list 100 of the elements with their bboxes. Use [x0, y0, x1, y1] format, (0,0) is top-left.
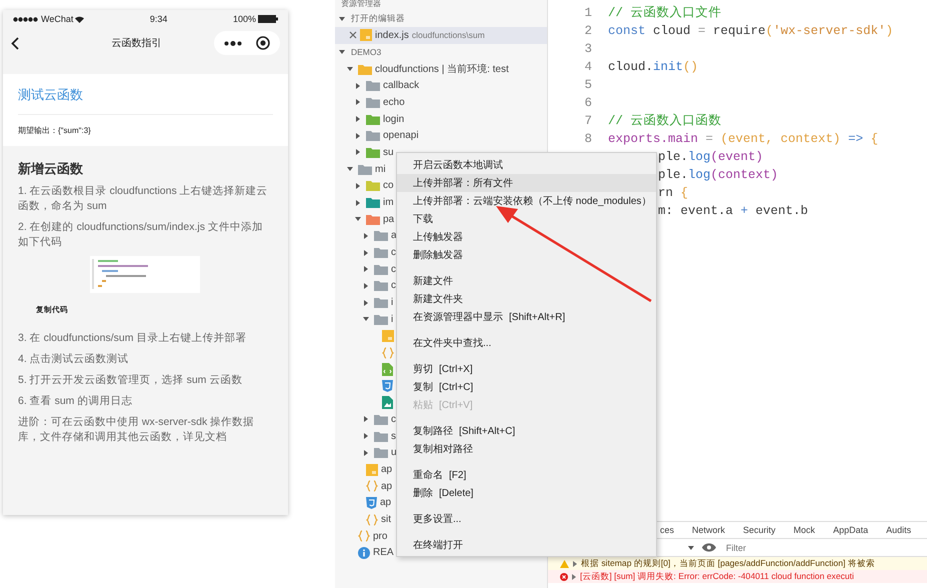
tree-item[interactable]: s [391, 430, 396, 442]
instruction-text: 2. 在创建的 cloudfunctions/sum/index.js 文件中添加如下代码 [18, 220, 264, 250]
wifi-icon [75, 16, 84, 22]
disclosure-icon[interactable] [363, 316, 369, 322]
section-header[interactable]: 打开的编辑器 [351, 12, 405, 24]
tree-item[interactable]: i [391, 314, 394, 325]
battery-text: 100% [232, 14, 256, 24]
disclosure-icon[interactable] [355, 99, 361, 106]
menu-item[interactable]: 下载 [397, 210, 656, 228]
menu-item[interactable]: 新建文件夹 [397, 290, 656, 308]
disclosure-icon[interactable] [363, 282, 369, 289]
disclosure-icon[interactable] [355, 82, 361, 89]
menu-item[interactable]: 删除触发器 [397, 246, 656, 264]
menu-item[interactable]: 删除 [Delete] [397, 484, 656, 502]
tree-item[interactable]: echo [383, 96, 405, 108]
tree-item[interactable]: pro [373, 530, 388, 542]
tree-item[interactable]: pa [383, 214, 394, 225]
disclosure-icon[interactable] [355, 132, 361, 139]
disclosure-icon[interactable] [347, 166, 353, 172]
tree-item[interactable]: c [391, 247, 396, 258]
menu-item[interactable]: 复制 [Ctrl+C] [397, 378, 656, 396]
tree-item[interactable]: im [383, 197, 394, 208]
menu-item[interactable]: 上传并部署：所有文件 [397, 174, 656, 192]
tree-item[interactable]: cloudfunctions | 当前环境: test [375, 62, 509, 76]
menu-item[interactable]: 在资源管理器中显示 [Shift+Alt+R] [397, 308, 656, 326]
disclosure-icon[interactable] [339, 16, 345, 22]
line-number: 3 [583, 41, 593, 58]
js-file-icon [366, 464, 378, 476]
open-editor-item[interactable]: index.js cloudfunctions\sum [335, 27, 547, 44]
tree-item[interactable]: a [391, 230, 397, 242]
menu-item[interactable]: 上传并部署：云端安装依赖（不上传 node_modules） [397, 192, 656, 210]
signal-icon [13, 16, 39, 22]
tree-item[interactable]: openapi [383, 130, 419, 142]
expected-output-text: 期望输出：{"sum":3} [18, 125, 92, 137]
menu-item[interactable]: 复制路径 [Shift+Alt+C] [397, 422, 656, 440]
disclosure-icon[interactable] [355, 149, 361, 156]
expand-icon[interactable] [572, 574, 576, 580]
tree-item[interactable]: ap [380, 497, 392, 508]
menu-item[interactable]: 在文件夹中查找... [397, 334, 656, 352]
tree-item[interactable]: ap [381, 464, 392, 476]
devtools-tab[interactable]: ces [660, 524, 674, 536]
document-icon [382, 362, 393, 376]
menu-item[interactable]: 重命名 [F2] [397, 466, 656, 484]
tree-item[interactable]: mi [375, 164, 386, 175]
info-icon [358, 546, 370, 559]
devtools-tab[interactable]: Mock [794, 524, 816, 536]
devtools-tab[interactable]: Network [692, 524, 726, 536]
tree-item[interactable]: login [383, 114, 404, 125]
instruction-text: 1. 在云函数根目录 cloudfunctions 上右键选择新建云函数，命名为 sum [18, 184, 269, 214]
tree-item[interactable]: u [391, 447, 397, 458]
expand-icon[interactable] [573, 560, 577, 566]
code-line: rn { [658, 185, 688, 202]
menu-item[interactable]: 剪切 [Ctrl+X] [397, 360, 656, 378]
menu-item[interactable]: 上传触发器 [397, 228, 656, 246]
close-icon[interactable] [349, 31, 357, 40]
disclosure-icon[interactable] [355, 200, 361, 206]
menu-item[interactable]: 新建文件 [397, 272, 656, 290]
code-line: ple.log(event) [658, 149, 764, 166]
tree-item[interactable]: c [391, 280, 396, 292]
disclosure-icon[interactable] [363, 416, 369, 422]
disclosure-icon[interactable] [355, 116, 361, 122]
disclosure-icon[interactable] [363, 300, 369, 306]
tree-item[interactable]: c [391, 414, 396, 425]
tree-item[interactable]: co [383, 180, 394, 192]
disclosure-icon[interactable] [363, 232, 369, 239]
disclosure-icon[interactable] [363, 450, 369, 456]
target-icon[interactable] [256, 36, 270, 50]
tree-item[interactable]: su [383, 146, 394, 158]
tree-item[interactable]: REA [373, 547, 394, 558]
filter-field[interactable]: Filter [724, 542, 878, 554]
disclosure-icon[interactable] [363, 250, 369, 256]
tree-item[interactable]: sit [381, 514, 391, 526]
disclosure-icon[interactable] [355, 216, 361, 222]
tree-item[interactable]: ap [381, 480, 392, 492]
line-number: 4 [583, 59, 593, 76]
menu-item[interactable]: 更多设置... [397, 510, 656, 528]
menu-item[interactable]: 复制相对路径 [397, 440, 656, 458]
section-header[interactable]: DEMO3 [351, 47, 382, 58]
tree-item[interactable]: c [391, 264, 396, 275]
menu-item[interactable]: 在终端打开 [397, 536, 656, 554]
devtools-tab[interactable]: Audits [886, 524, 912, 536]
disclosure-icon[interactable] [347, 66, 353, 72]
section-heading: 新增云函数 [18, 160, 84, 178]
warning-icon [560, 560, 569, 568]
disclosure-icon[interactable] [339, 49, 345, 56]
braces-icon [358, 530, 370, 542]
menu-item[interactable]: 开启云函数本地调试 [397, 156, 656, 174]
capsule-menu[interactable] [214, 31, 280, 55]
disclosure-icon[interactable] [363, 266, 369, 272]
js-file-icon [382, 330, 394, 342]
eye-icon[interactable] [702, 543, 716, 552]
dropdown-caret-icon[interactable] [688, 546, 694, 550]
back-icon[interactable] [11, 36, 19, 50]
more-icon[interactable] [224, 40, 242, 46]
disclosure-icon[interactable] [355, 182, 361, 189]
devtools-tab[interactable]: Security [743, 524, 776, 536]
disclosure-icon[interactable] [363, 433, 369, 440]
tree-item[interactable]: i [391, 297, 394, 308]
tree-item[interactable]: callback [383, 80, 420, 92]
devtools-tab[interactable]: AppData [833, 524, 868, 536]
